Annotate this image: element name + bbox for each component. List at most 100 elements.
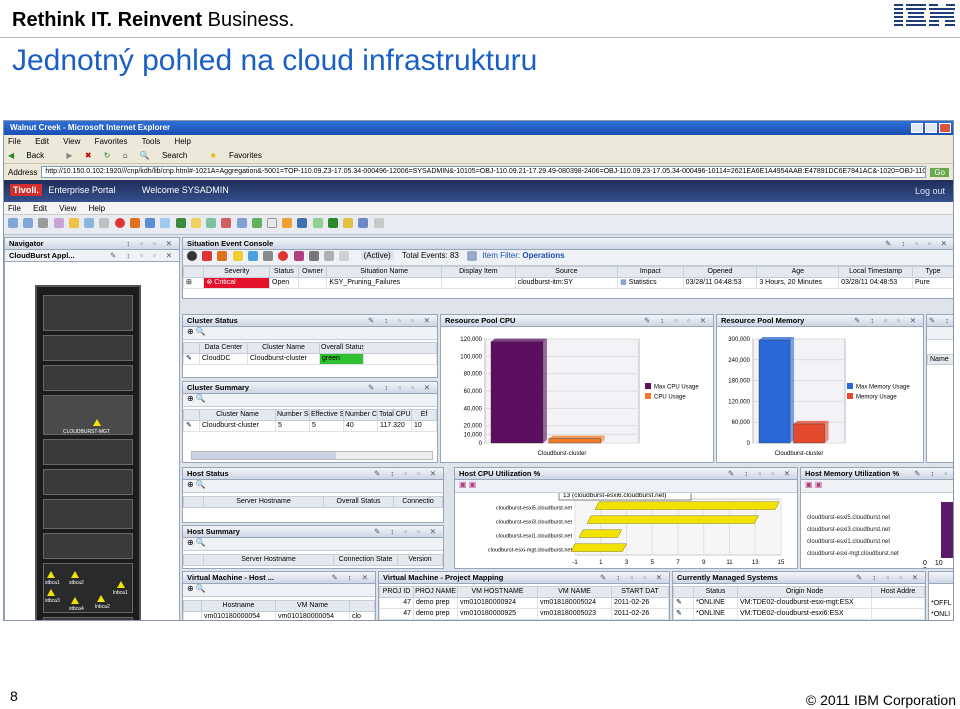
warning-icon[interactable] xyxy=(47,589,55,596)
warning-icon[interactable] xyxy=(71,571,79,578)
panel-controls[interactable]: ✎ ↕ ▫ ▫ ✕ xyxy=(368,316,434,325)
portal-menu-edit[interactable]: Edit xyxy=(33,204,47,213)
pie-chart-icon[interactable] xyxy=(206,218,217,228)
unknown-filter-icon[interactable] xyxy=(263,251,274,261)
go-button[interactable]: Go xyxy=(930,167,949,177)
search-button[interactable]: 🔍 Search xyxy=(140,151,198,160)
menu-favorites[interactable]: Favorites xyxy=(95,137,128,146)
plot-icon[interactable] xyxy=(236,218,247,228)
col-local-timestamp[interactable]: Local Timestamp xyxy=(838,266,913,278)
panel-controls[interactable]: ✎ ↕ ▫ ▫ ✕ xyxy=(728,469,794,478)
forward-icon[interactable] xyxy=(23,218,34,228)
panel-controls[interactable]: ✎ ↕ ▫ ▫ ✕ xyxy=(854,316,920,325)
portal-menu-view[interactable]: View xyxy=(59,204,76,213)
panel-controls[interactable]: ✎ ↕ ▫ ▫ ✕ xyxy=(368,383,434,392)
panel-controls[interactable]: ✎ ↕ xyxy=(929,316,953,325)
col-severity[interactable]: Severity xyxy=(203,266,270,278)
stop-icon[interactable] xyxy=(114,218,125,228)
table-row[interactable]: vm010180000054 vm010180000054 clo xyxy=(183,611,375,620)
bar-chart-icon[interactable] xyxy=(221,218,232,228)
menu-edit[interactable]: Edit xyxy=(35,137,49,146)
close-icon[interactable] xyxy=(939,123,951,133)
table-row[interactable]: ✎ CloudDC Cloudburst-cluster green xyxy=(183,353,437,365)
zoom-icon[interactable]: ⊕ 🔍 xyxy=(183,538,206,547)
open-filter-icon[interactable] xyxy=(278,251,289,261)
col-owner[interactable]: Owner xyxy=(297,266,328,278)
forward-icon[interactable]: ▶ xyxy=(66,151,72,160)
col-status[interactable]: Status xyxy=(269,266,299,278)
critical-filter-icon[interactable] xyxy=(187,251,197,261)
col-name[interactable]: Name xyxy=(927,354,953,365)
stopped-filter-icon[interactable] xyxy=(308,251,319,261)
lock-icon[interactable] xyxy=(68,218,79,228)
zoom-icon[interactable]: ⊕ 🔍 xyxy=(183,584,206,593)
back-icon[interactable] xyxy=(8,218,18,228)
print-icon[interactable] xyxy=(99,218,110,228)
link-icon[interactable]: ✎ xyxy=(183,420,200,432)
properties-icon[interactable] xyxy=(129,218,140,228)
table-row[interactable]: 47 demo prep vm010180000925 vm018180005023 2… xyxy=(379,608,669,620)
panel-controls[interactable]: ✎ ↕ ▫ ▫ ✕ xyxy=(110,251,176,260)
back-button[interactable]: ◀ Back xyxy=(8,151,54,160)
panel-controls[interactable]: ↕ ▫ ▫ ✕ xyxy=(126,239,176,248)
chart-toggle-icon[interactable]: ▣ ▣ xyxy=(801,480,822,489)
warning-icon[interactable] xyxy=(71,597,79,604)
col-impact[interactable]: Impact xyxy=(617,266,684,278)
chart-icon[interactable] xyxy=(175,218,186,228)
rack-image[interactable]: CLOUDBURST-MGT stbca1 stbca2 stbca3 stbc… xyxy=(35,285,141,620)
table-row[interactable]: ⊞ ⊗ Critical Open KSY_Pruning_Failures c… xyxy=(183,277,953,289)
portal-menu-file[interactable]: File xyxy=(8,204,21,213)
table-row[interactable]: 47 demo prep vm010180000924 vm018180005024 2… xyxy=(379,597,669,609)
minor-filter-icon[interactable] xyxy=(217,251,228,261)
zoom-icon[interactable]: ⊕ 🔍 xyxy=(183,394,206,403)
horizontal-scrollbar[interactable] xyxy=(191,451,433,460)
menu-view[interactable]: View xyxy=(63,137,80,146)
resource-pool-cpu-chart[interactable]: 0 10,000 20,000 40,000 60,000 80,000 100,000 12… xyxy=(441,327,713,462)
warning-filter-icon[interactable] xyxy=(232,251,243,261)
filter-icon[interactable] xyxy=(467,251,478,261)
warning-icon[interactable] xyxy=(47,571,55,578)
table-icon[interactable] xyxy=(190,218,201,228)
fatal-filter-icon[interactable] xyxy=(202,251,213,261)
gauge-icon[interactable] xyxy=(251,218,262,228)
menu-tools[interactable]: Tools xyxy=(142,137,161,146)
menu-help[interactable]: Help xyxy=(175,137,191,146)
col-age[interactable]: Age xyxy=(756,266,840,278)
problem-filter-icon[interactable] xyxy=(324,251,335,261)
situation-icon[interactable] xyxy=(343,218,354,228)
save-icon[interactable] xyxy=(38,218,49,228)
col-opened[interactable]: Opened xyxy=(682,266,758,278)
link-icon[interactable]: ✎ xyxy=(673,597,694,609)
address-input[interactable]: http://10.150.0.102:1920///cnp/kdh/lib/c… xyxy=(41,166,927,178)
col-situation-name[interactable]: Situation Name xyxy=(326,266,442,278)
expand-icon[interactable]: ⊞ xyxy=(183,277,205,289)
panel-controls[interactable]: ✎ ↕ ▫ ▫ ✕ xyxy=(374,469,440,478)
panel-controls[interactable]: ✎ ↕ ▫ ▫ ✕ xyxy=(644,316,710,325)
notepad-icon[interactable] xyxy=(266,218,277,228)
ack-filter-icon[interactable] xyxy=(293,251,304,261)
panel-controls[interactable]: ✎ ↕ ▫ ▫ ✕ xyxy=(856,573,922,582)
history-icon[interactable] xyxy=(373,218,384,228)
table-row[interactable]: ✎ Cloudburst-cluster 5 5 40 117.320 10 xyxy=(183,420,437,432)
grid-icon[interactable] xyxy=(145,218,156,228)
panel-controls[interactable]: ✎ ↕ ▫ ▫ ✕ xyxy=(600,573,666,582)
home-icon[interactable]: ⌂ xyxy=(123,151,128,160)
portal-menu-help[interactable]: Help xyxy=(89,204,105,213)
warning-icon[interactable] xyxy=(93,419,101,426)
link-icon[interactable]: ✎ xyxy=(673,608,694,620)
query-icon[interactable] xyxy=(358,218,369,228)
split-icon[interactable] xyxy=(160,218,171,228)
col-type[interactable]: Type xyxy=(911,266,953,278)
col-source[interactable]: Source xyxy=(514,266,619,278)
maximize-icon[interactable] xyxy=(925,123,937,133)
stop-icon[interactable]: ✖ xyxy=(85,151,92,160)
refresh-icon[interactable]: ↻ xyxy=(104,151,111,160)
logout-link[interactable]: Log out xyxy=(915,186,945,196)
zoom-icon[interactable]: ⊕ 🔍 xyxy=(183,480,206,489)
resource-pool-memory-chart[interactable]: 0 60,000 120,000 180,000 240,000 300,000 Cloud… xyxy=(717,327,923,462)
chart-toggle-icon[interactable]: ▣ ▣ xyxy=(455,480,476,489)
minimize-icon[interactable] xyxy=(911,123,923,133)
terminal-icon[interactable] xyxy=(327,218,338,228)
browser-icon[interactable] xyxy=(297,218,308,228)
panel-controls[interactable]: ✎ ↕ ▫ ▫ ✕ xyxy=(374,527,440,536)
